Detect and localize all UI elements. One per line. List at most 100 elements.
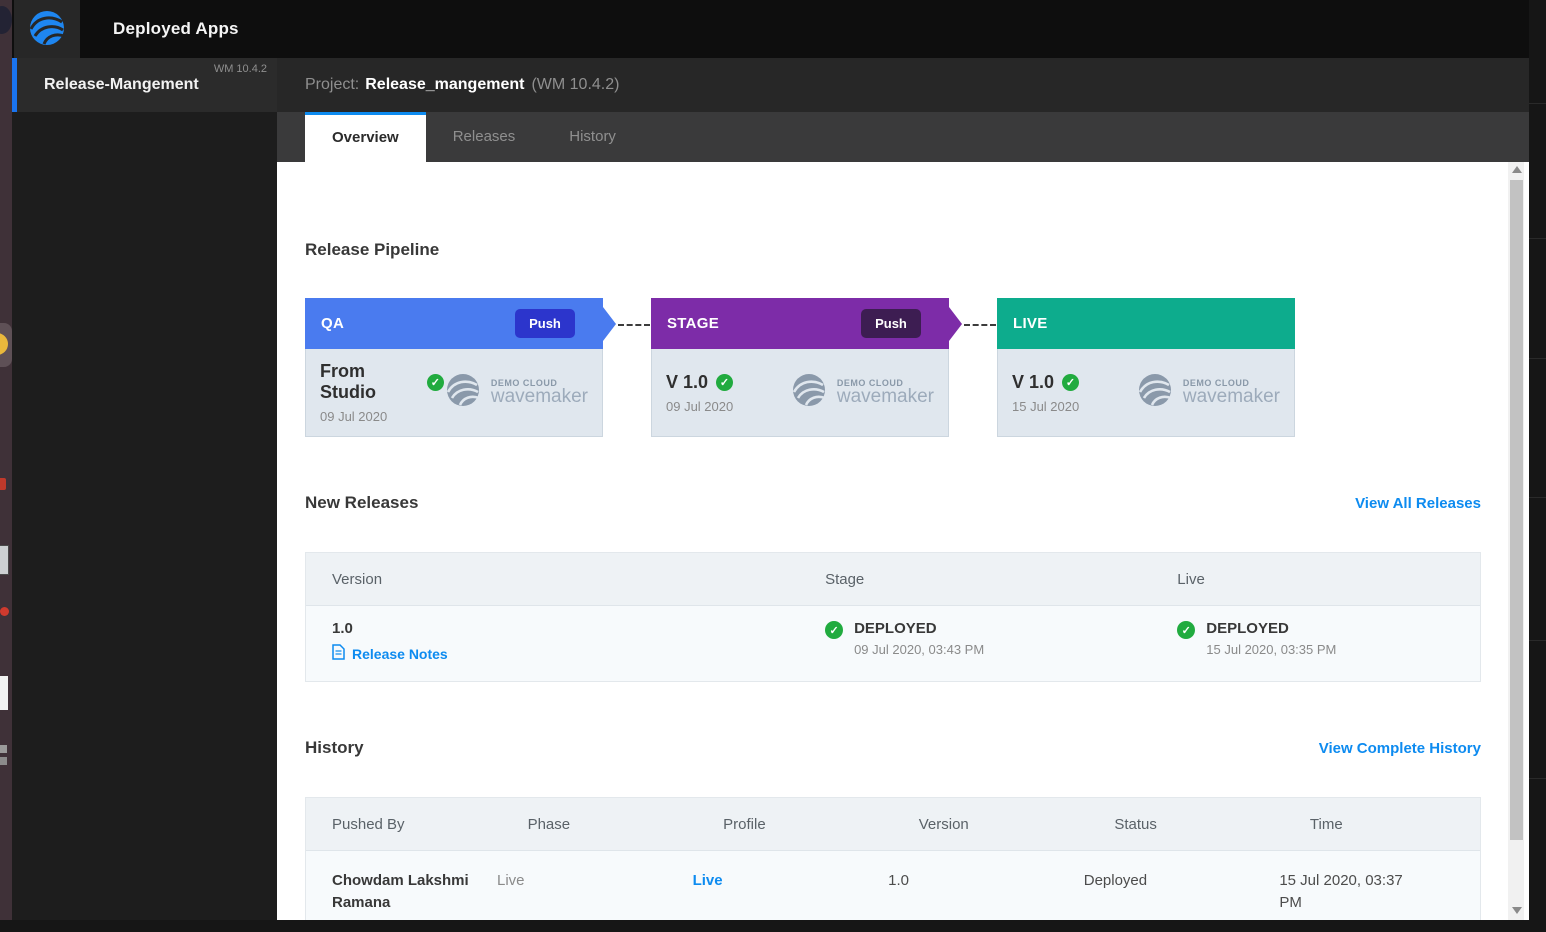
app-header: Deployed Apps [12,0,1529,58]
project-name: Release_mangement [365,76,524,93]
column-header-live: Live [1151,571,1480,588]
document-icon [332,644,345,663]
divider [1529,640,1546,641]
history-heading: History [305,738,364,758]
column-header-version: Version [306,571,799,588]
column-header-version: Version [893,816,1089,833]
pipeline-card-qa: QA Push From Studio 09 Jul 2020 [305,298,603,437]
sidebar-project-version: WM 10.4.2 [214,63,267,75]
wavemaker-label: wavemaker [837,386,934,408]
demo-cloud-logo: DEMO CLOUD wavemaker [444,371,588,414]
table-row: 1.0 Release Notes DEPL [306,606,1480,681]
new-releases-table: Version Stage Live 1.0 Release Notes [305,552,1481,682]
wavemaker-gray-logo-icon [1136,371,1178,414]
column-header-phase: Phase [502,816,698,833]
sidebar-project-name: Release-Mangement [44,76,199,94]
stage-card-body: V 1.0 09 Jul 2020 [651,349,949,437]
scrollbar-up-arrow-icon[interactable] [1512,166,1522,173]
history-profile-link[interactable]: Live [693,872,723,889]
qa-push-button[interactable]: Push [515,309,575,338]
live-stage-name: LIVE [1013,315,1048,332]
pipeline-connector [964,324,996,326]
success-check-icon [716,374,733,391]
divider [1529,103,1546,104]
stage-deploy-date: 09 Jul 2020 [666,399,733,414]
tab-history[interactable]: History [542,112,643,162]
vertical-scrollbar[interactable] [1508,162,1524,920]
taskbar-icon-fragment [0,757,7,765]
demo-cloud-logo: DEMO CLOUD wavemaker [1136,371,1280,414]
divider [1529,358,1546,359]
release-version: 1.0 [332,620,799,637]
project-header-bar: Project: Release_mangement (WM 10.4.2) [277,58,1529,112]
history-time: 15 Jul 2020, 03:37 PM [1253,870,1413,920]
taskbar-icon-fragment [0,6,12,34]
wavemaker-gray-logo-icon [444,371,486,414]
release-pipeline: QA Push From Studio 09 Jul 2020 [305,298,1481,437]
history-pushed-by: Chowdam Lakshmi Ramana [306,870,471,920]
table-row: Chowdam Lakshmi Ramana Live Live 1.0 Dep… [306,851,1480,920]
wavemaker-logo-tile[interactable] [14,0,80,58]
column-header-pushed-by: Pushed By [306,816,502,833]
live-status: DEPLOYED [1206,620,1336,637]
history-phase: Live [471,870,667,920]
qa-deploy-date: 09 Jul 2020 [320,409,444,424]
success-check-icon [1062,374,1079,391]
taskbar-icon-fragment [0,478,6,490]
window-bottom-bar [0,920,1546,932]
new-releases-table-header: Version Stage Live [306,553,1480,606]
background-window-strip [1529,0,1546,932]
success-check-icon [427,374,444,391]
stage-card-header: STAGE Push [651,298,949,349]
pipeline-card-live: LIVE V 1.0 15 Jul 2020 [997,298,1295,437]
view-complete-history-link[interactable]: View Complete History [1319,740,1481,757]
qa-arrow-icon [603,307,616,341]
project-version: (WM 10.4.2) [531,76,619,93]
taskbar-icon-fragment [0,545,9,575]
live-card-body: V 1.0 15 Jul 2020 [997,349,1295,437]
wavemaker-logo-icon [26,6,68,53]
stage-deployed-time: 09 Jul 2020, 03:43 PM [854,642,984,657]
qa-version-label: From Studio [320,361,419,403]
column-header-time: Time [1284,816,1480,833]
page-title: Deployed Apps [113,0,239,58]
live-deployed-time: 15 Jul 2020, 03:35 PM [1206,642,1336,657]
tab-overview[interactable]: Overview [305,112,426,162]
stage-push-button[interactable]: Push [861,309,921,338]
live-version-label: V 1.0 [1012,372,1054,393]
stage-version-label: V 1.0 [666,372,708,393]
new-releases-heading: New Releases [305,493,418,513]
wavemaker-gray-logo-icon [790,371,832,414]
deployed-check-icon [825,621,843,639]
taskbar-icon-fragment [0,607,9,616]
history-table: Pushed By Phase Profile Version Status T… [305,797,1481,920]
qa-stage-name: QA [321,315,344,332]
history-table-header: Pushed By Phase Profile Version Status T… [306,798,1480,851]
live-card-header: LIVE [997,298,1295,349]
divider [1529,778,1546,779]
projects-sidebar: Release-Mangement WM 10.4.2 [12,58,277,920]
pipeline-card-stage: STAGE Push V 1.0 09 Jul 2020 [651,298,949,437]
wavemaker-label: wavemaker [491,386,588,408]
tab-releases[interactable]: Releases [426,112,543,162]
column-header-stage: Stage [799,571,1151,588]
pipeline-connector [618,324,650,326]
column-header-status: Status [1088,816,1284,833]
qa-card-header: QA Push [305,298,603,349]
qa-card-body: From Studio 09 Jul 2020 [305,349,603,437]
divider [1529,497,1546,498]
history-version: 1.0 [862,870,1058,920]
taskbar-icon-fragment [0,745,7,753]
release-notes-link[interactable]: Release Notes [352,646,448,662]
deployed-check-icon [1177,621,1195,639]
sidebar-item-release-mangement[interactable]: Release-Mangement WM 10.4.2 [12,58,277,112]
view-all-releases-link[interactable]: View All Releases [1355,495,1481,512]
wavemaker-label: wavemaker [1183,386,1280,408]
scrollbar-thumb[interactable] [1510,180,1523,840]
live-deploy-date: 15 Jul 2020 [1012,399,1079,414]
stage-stage-name: STAGE [667,315,719,332]
release-pipeline-heading: Release Pipeline [305,240,1481,260]
project-label: Project: [305,76,359,93]
history-status: Deployed [1058,870,1254,920]
scrollbar-down-arrow-icon[interactable] [1512,907,1522,914]
